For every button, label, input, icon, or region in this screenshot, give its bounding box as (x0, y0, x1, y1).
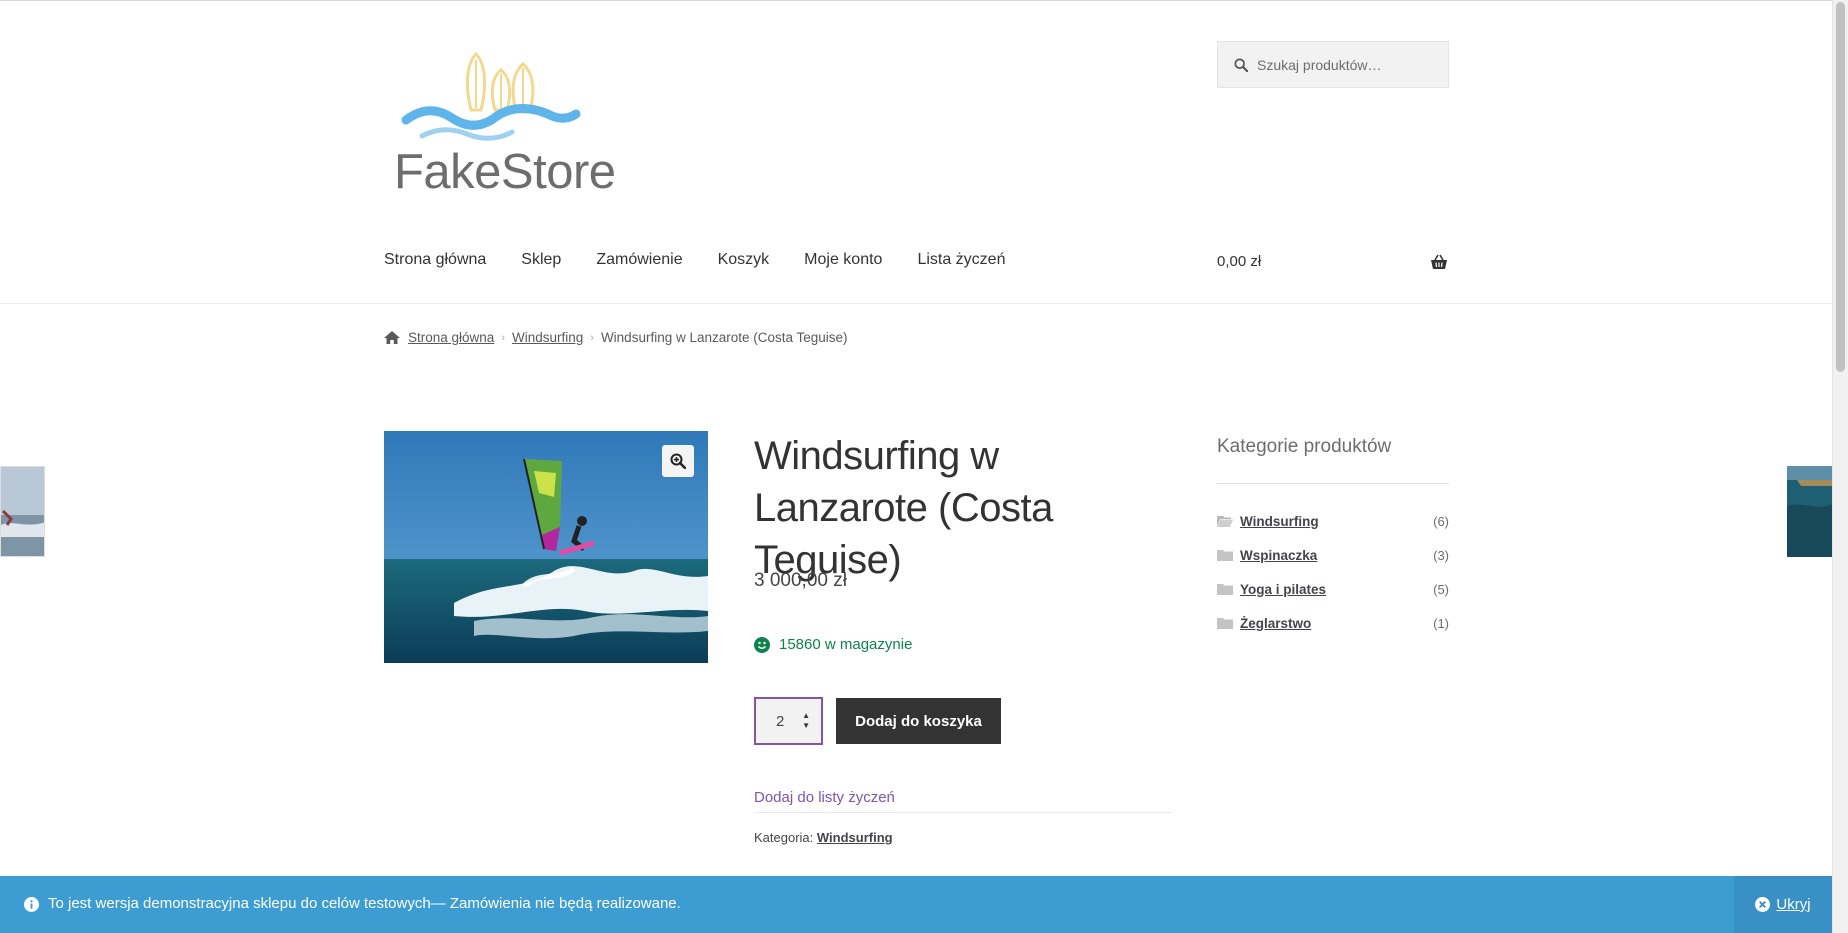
folder-icon (1217, 584, 1233, 595)
next-product-thumbnail[interactable] (1787, 466, 1833, 557)
breadcrumb-separator: › (501, 331, 505, 344)
category-item: Yoga i pilates (5) (1217, 572, 1449, 606)
info-icon (24, 897, 39, 912)
site-logo[interactable]: FakeStore (392, 51, 616, 199)
category-link-climbing[interactable]: Wspinaczka (1240, 548, 1433, 563)
header-cart-total[interactable]: 0,00 zł (1217, 253, 1261, 270)
folder-icon (1217, 550, 1233, 561)
category-link-windsurfing[interactable]: Windsurfing (1240, 514, 1433, 529)
add-to-cart-button[interactable]: Dodaj do koszyka (836, 698, 1001, 744)
previous-product-thumbnail[interactable] (0, 466, 45, 557)
smile-icon (754, 636, 770, 653)
product-title: Windsurfing w Lanzarote (Costa Teguise) (754, 434, 1053, 582)
product-category-link[interactable]: Windsurfing (817, 830, 893, 845)
breadcrumb-home-link[interactable]: Strona główna (408, 330, 494, 345)
category-count: (1) (1433, 615, 1449, 631)
page-scrollbar[interactable] (1832, 0, 1848, 933)
product-category-meta: Kategoria: Windsurfing (754, 830, 893, 845)
sidebar-title: Kategorie produktów (1217, 436, 1392, 457)
dismiss-label[interactable]: Ukryj (1776, 896, 1810, 913)
search-input[interactable] (1257, 56, 1437, 73)
category-count: (5) (1433, 581, 1449, 597)
close-circle-icon (1755, 897, 1771, 912)
zoom-in-icon (670, 453, 686, 469)
stock-text: 15860 w magazynie (779, 636, 913, 653)
add-to-wishlist-link[interactable]: Dodaj do listy życzeń (754, 789, 895, 806)
nav-item-checkout[interactable]: Zamówienie (596, 251, 682, 269)
product-main-image[interactable] (384, 431, 708, 663)
folder-icon (1217, 618, 1233, 629)
home-icon (384, 331, 400, 344)
dismiss-notice-link[interactable]: Ukryj (1734, 876, 1832, 933)
quantity-value[interactable]: 2 (776, 713, 784, 730)
category-label: Kategoria: (754, 830, 814, 845)
windsurfing-photo (384, 431, 708, 663)
nav-item-wishlist[interactable]: Lista życzeń (917, 251, 1005, 269)
category-item: Żeglarstwo (1) (1217, 606, 1449, 640)
category-count: (6) (1433, 513, 1449, 529)
nav-item-my-account[interactable]: Moje konto (804, 251, 882, 269)
notice-text: To jest wersja demonstracyjna sklepu do … (48, 895, 681, 912)
category-link-yoga-pilates[interactable]: Yoga i pilates (1240, 582, 1433, 597)
category-item: Windsurfing (6) (1217, 504, 1449, 538)
product-price: 3 000,00 zł (754, 570, 847, 591)
breadcrumb-separator: › (590, 331, 594, 344)
image-zoom-button[interactable] (662, 445, 694, 477)
demo-store-notice: To jest wersja demonstracyjna sklepu do … (0, 876, 1832, 933)
breadcrumb-current: Windsurfing w Lanzarote (Costa Teguise) (600, 330, 848, 345)
header-divider (0, 303, 1832, 304)
stock-status: 15860 w magazynie (754, 636, 912, 653)
primary-navigation: Strona główna Sklep Zamówienie Koszyk Mo… (384, 251, 1040, 269)
category-count: (3) (1433, 547, 1449, 563)
scrollbar-thumb[interactable] (1836, 2, 1845, 372)
next-product-image (1787, 466, 1833, 557)
logo-text: FakeStore (394, 145, 616, 199)
previous-product-image (1, 467, 44, 556)
sidebar-divider (1217, 483, 1449, 484)
search-icon (1234, 57, 1248, 72)
folder-open-icon (1217, 516, 1233, 527)
product-search[interactable] (1217, 41, 1449, 88)
basket-icon[interactable] (1430, 254, 1448, 270)
category-link-sailing[interactable]: Żeglarstwo (1240, 616, 1433, 631)
quantity-stepper[interactable]: 2 ▲ ▼ (754, 697, 823, 745)
breadcrumb: Strona główna › Windsurfing › Windsurfin… (384, 330, 848, 345)
category-item: Wspinaczka (3) (1217, 538, 1449, 572)
nav-item-home[interactable]: Strona główna (384, 251, 486, 269)
top-border (0, 0, 1832, 1)
quantity-spinner-arrows[interactable]: ▲ ▼ (802, 711, 810, 731)
breadcrumb-category-link[interactable]: Windsurfing (512, 330, 583, 345)
nav-item-shop[interactable]: Sklep (521, 251, 561, 269)
product-categories-list: Windsurfing (6) Wspinaczka (3) Yoga i pi… (1217, 504, 1449, 640)
wishlist-divider (754, 812, 1172, 813)
nav-item-cart[interactable]: Koszyk (718, 251, 770, 269)
